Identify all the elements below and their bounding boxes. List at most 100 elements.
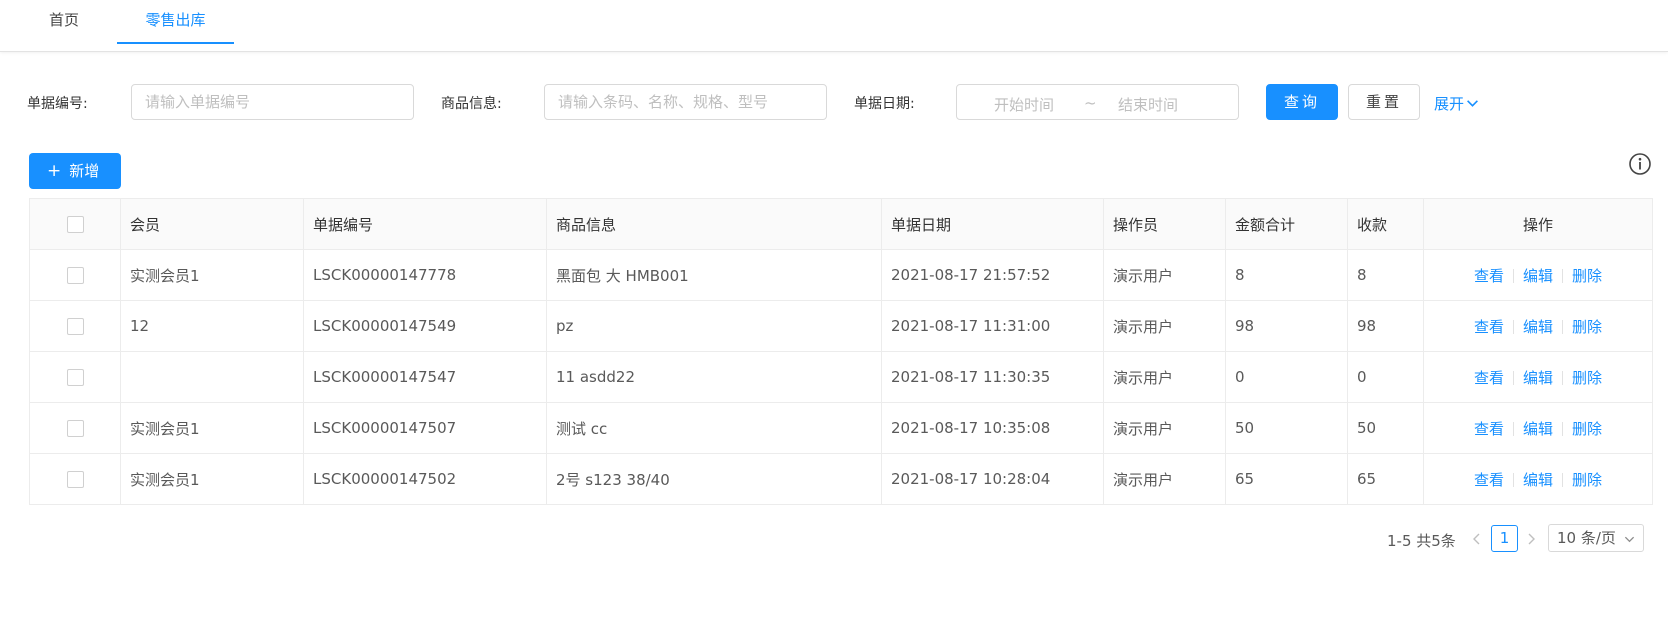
row-checkbox[interactable]: [66, 267, 84, 284]
row-select-cell: [29, 300, 121, 352]
table-row: 实测会员1 LSCK00000147502 2号 s123 38/40 2021…: [29, 453, 1653, 505]
view-link[interactable]: 查看: [1474, 420, 1504, 438]
row-checkbox[interactable]: [66, 471, 84, 488]
tab-home[interactable]: 首页: [30, 0, 98, 44]
col-received: 收款: [1347, 198, 1424, 250]
delete-link[interactable]: 删除: [1572, 267, 1602, 285]
cell-amount: 65: [1225, 453, 1348, 505]
cell-operator: 演示用户: [1103, 453, 1226, 505]
pagination-total: 1-5 共5条: [1387, 532, 1456, 550]
select-all-checkbox[interactable]: [66, 216, 84, 233]
tab-retail-out[interactable]: 零售出库: [117, 0, 234, 44]
date-range-separator: ~: [1084, 94, 1097, 112]
row-checkbox[interactable]: [66, 318, 84, 335]
retail-out-table: 会员 单据编号 商品信息 单据日期 操作员 金额合计 收款 操作 实测会员1 L…: [29, 198, 1653, 505]
row-checkbox[interactable]: [66, 420, 84, 437]
view-link[interactable]: 查看: [1474, 369, 1504, 387]
cell-date: 2021-08-17 11:31:00: [881, 300, 1104, 352]
cell-amount: 8: [1225, 249, 1348, 301]
edit-link[interactable]: 编辑: [1523, 318, 1553, 336]
row-select-cell: [29, 351, 121, 403]
divider: [1562, 472, 1563, 487]
cell-received: 0: [1347, 351, 1424, 403]
table-row: LSCK00000147547 11 asdd22 2021-08-17 11:…: [29, 351, 1653, 403]
goods-input[interactable]: [544, 84, 827, 120]
delete-link[interactable]: 删除: [1572, 471, 1602, 489]
cell-bill-no: LSCK00000147502: [303, 453, 547, 505]
cell-operator: 演示用户: [1103, 351, 1226, 403]
date-label: 单据日期:: [854, 96, 915, 112]
divider: [1562, 319, 1563, 334]
edit-link[interactable]: 编辑: [1523, 267, 1553, 285]
edit-link[interactable]: 编辑: [1523, 420, 1553, 438]
cell-member: 实测会员1: [120, 402, 304, 454]
divider: [1512, 319, 1514, 334]
date-range-picker[interactable]: 开始时间 ~ 结束时间: [956, 84, 1239, 120]
table-row: 12 LSCK00000147549 pz 2021-08-17 11:31:0…: [29, 300, 1653, 352]
delete-link[interactable]: 删除: [1572, 420, 1602, 438]
cell-member: [120, 351, 304, 403]
cell-member: 12: [120, 300, 304, 352]
delete-link[interactable]: 删除: [1572, 318, 1602, 336]
end-time-input[interactable]: 结束时间: [1118, 94, 1178, 115]
bill-no-label: 单据编号:: [27, 96, 88, 112]
view-link[interactable]: 查看: [1474, 471, 1504, 489]
query-button[interactable]: 查询: [1266, 84, 1338, 120]
row-select-cell: [29, 402, 121, 454]
divider: [1512, 472, 1514, 487]
cell-date: 2021-08-17 10:28:04: [881, 453, 1104, 505]
start-time-input[interactable]: 开始时间: [994, 94, 1054, 115]
cell-received: 65: [1347, 453, 1424, 505]
add-label: 新增: [69, 162, 100, 180]
row-select-cell: [29, 453, 121, 505]
row-checkbox[interactable]: [66, 369, 84, 386]
next-page-icon[interactable]: [1523, 530, 1539, 548]
bill-no-input[interactable]: [131, 84, 414, 120]
expand-toggle[interactable]: 展开: [1434, 93, 1479, 114]
cell-bill-no: LSCK00000147547: [303, 351, 547, 403]
cell-operator: 演示用户: [1103, 249, 1226, 301]
expand-label: 展开: [1434, 95, 1465, 113]
divider: [1562, 268, 1563, 283]
tab-bar: 首页 零售出库: [0, 0, 1668, 52]
cell-received: 50: [1347, 402, 1424, 454]
cell-bill-no: LSCK00000147778: [303, 249, 547, 301]
cell-date: 2021-08-17 11:30:35: [881, 351, 1104, 403]
col-member: 会员: [120, 198, 304, 250]
add-button[interactable]: + 新增: [29, 153, 121, 189]
col-actions: 操作: [1423, 198, 1653, 250]
info-icon[interactable]: [1628, 152, 1652, 176]
chevron-down-icon: [1467, 100, 1478, 107]
cell-bill-no: LSCK00000147507: [303, 402, 547, 454]
reset-button[interactable]: 重置: [1348, 84, 1420, 120]
prev-page-icon[interactable]: [1469, 530, 1485, 548]
plus-icon: +: [47, 161, 62, 181]
cell-received: 8: [1347, 249, 1424, 301]
cell-goods: pz: [546, 300, 882, 352]
cell-actions: 查看 编辑 删除: [1423, 402, 1653, 454]
cell-goods: 测试 cc: [546, 402, 882, 454]
page-size-value: 10 条/页: [1557, 529, 1616, 547]
delete-link[interactable]: 删除: [1572, 369, 1602, 387]
cell-member: 实测会员1: [120, 249, 304, 301]
divider: [1562, 421, 1563, 436]
cell-actions: 查看 编辑 删除: [1423, 249, 1653, 301]
cell-member: 实测会员1: [120, 453, 304, 505]
divider: [1512, 421, 1514, 436]
edit-link[interactable]: 编辑: [1523, 471, 1553, 489]
select-all-cell: [29, 198, 121, 250]
table-row: 实测会员1 LSCK00000147778 黑面包 大 HMB001 2021-…: [29, 249, 1653, 301]
goods-label: 商品信息:: [441, 96, 502, 112]
view-link[interactable]: 查看: [1474, 267, 1504, 285]
view-link[interactable]: 查看: [1474, 318, 1504, 336]
page-size-select[interactable]: 10 条/页: [1548, 524, 1644, 552]
divider: [1512, 268, 1514, 283]
cell-bill-no: LSCK00000147549: [303, 300, 547, 352]
page-1[interactable]: 1: [1491, 525, 1518, 552]
edit-link[interactable]: 编辑: [1523, 369, 1553, 387]
cell-actions: 查看 编辑 删除: [1423, 300, 1653, 352]
cell-amount: 50: [1225, 402, 1348, 454]
col-amount: 金额合计: [1225, 198, 1348, 250]
col-goods: 商品信息: [546, 198, 882, 250]
cell-goods: 11 asdd22: [546, 351, 882, 403]
